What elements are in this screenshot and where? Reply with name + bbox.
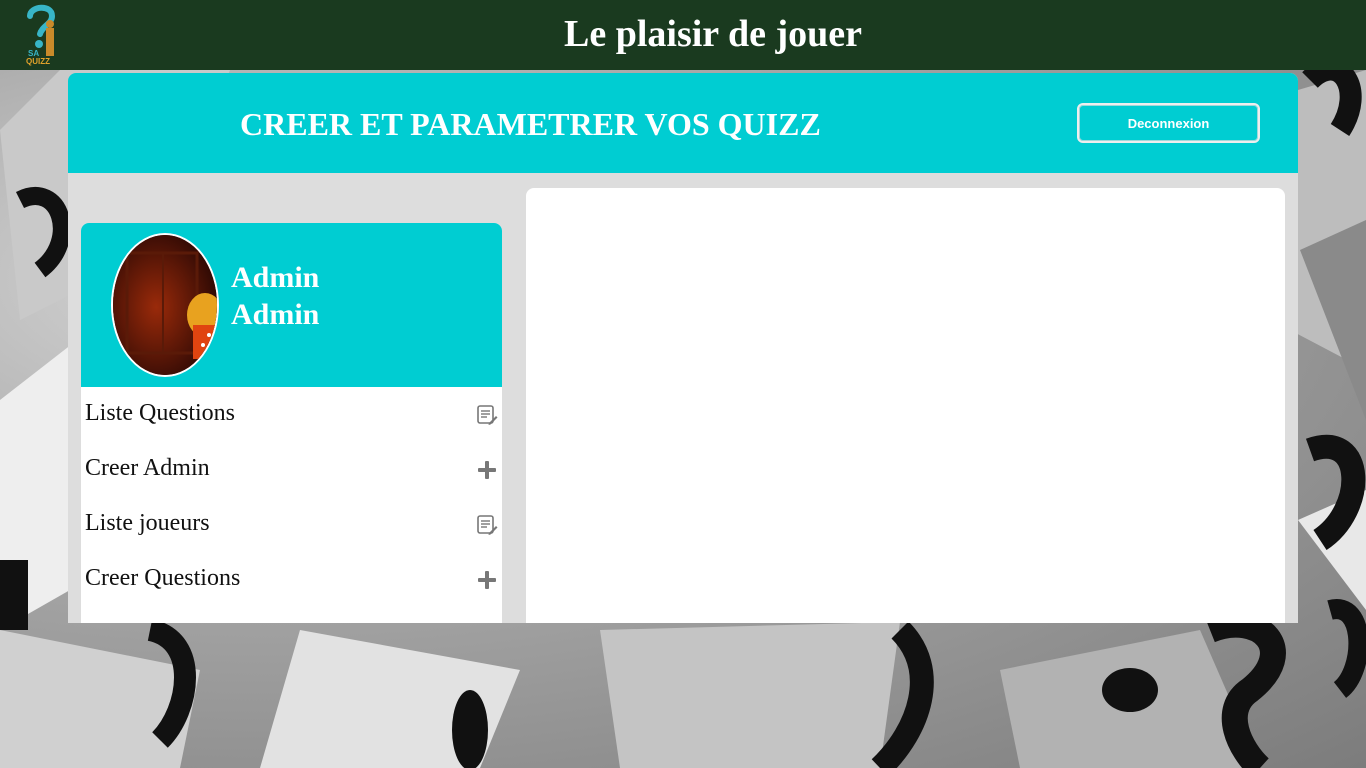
plus-icon xyxy=(478,571,496,589)
sidebar-item-label: Liste joueurs xyxy=(85,510,210,536)
card-header: CREER ET PARAMETRER VOS QUIZZ Deconnexio… xyxy=(68,73,1298,173)
list-edit-icon xyxy=(477,405,498,425)
profile-last-name: Admin xyxy=(231,298,320,331)
sidebar-item-label: Creer Admin xyxy=(85,455,210,481)
sidebar-item-liste-joueurs[interactable]: Liste joueurs xyxy=(81,497,502,552)
list-edit-icon xyxy=(477,515,498,535)
content-panel xyxy=(526,188,1285,623)
page-title: CREER ET PARAMETRER VOS QUIZZ xyxy=(240,106,821,142)
profile-name: Admin Admin xyxy=(231,259,319,333)
sidebar-item-liste-questions[interactable]: Liste Questions xyxy=(81,387,502,442)
sidebar-item-creer-questions[interactable]: Creer Questions xyxy=(81,552,502,607)
svg-text:QUIZZ: QUIZZ xyxy=(26,57,50,66)
sidebar-item-label: Liste Questions xyxy=(85,400,235,426)
plus-icon xyxy=(478,461,496,479)
profile-first-name: Admin xyxy=(231,261,320,294)
logout-button[interactable]: Deconnexion xyxy=(1077,103,1260,143)
avatar[interactable] xyxy=(111,233,219,377)
sidebar: Admin Admin Liste Questions Creer Admin xyxy=(81,223,502,623)
avatar-image xyxy=(113,235,217,375)
profile-panel: Admin Admin xyxy=(81,223,502,387)
sidebar-item-label: Creer Questions xyxy=(85,565,241,591)
main-card: CREER ET PARAMETRER VOS QUIZZ Deconnexio… xyxy=(68,73,1298,623)
site-title: Le plaisir de jouer xyxy=(563,13,862,55)
sidebar-menu: Liste Questions Creer Admin Liste joueur… xyxy=(81,387,502,607)
sidebar-item-creer-admin[interactable]: Creer Admin xyxy=(81,442,502,497)
top-bar: SA QUIZZ Le plaisir de jouer xyxy=(0,0,1366,70)
